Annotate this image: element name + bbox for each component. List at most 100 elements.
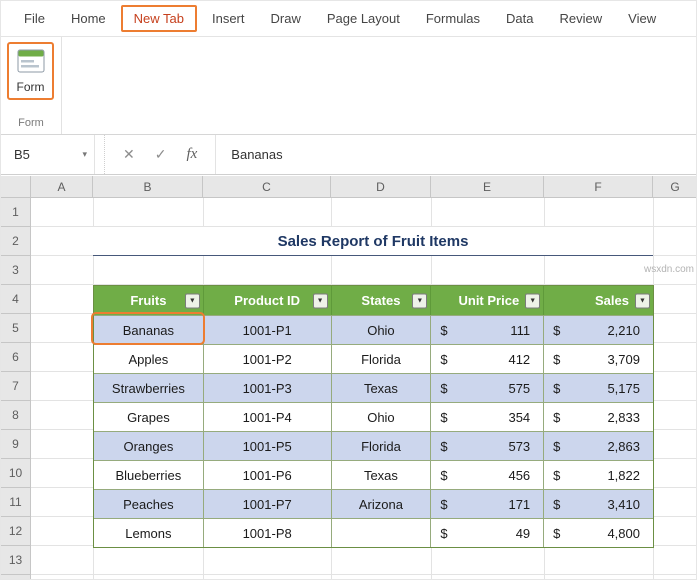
table-cell[interactable]: 1001-P4 — [203, 402, 332, 431]
filter-dropdown-icon[interactable]: ▼ — [412, 293, 428, 308]
header-unit-price[interactable]: Unit Price ▼ — [431, 286, 545, 315]
table-cell[interactable]: $4,800 — [544, 518, 653, 547]
form-button[interactable]: Form — [7, 42, 54, 100]
row-header-7[interactable]: 7 — [1, 372, 31, 401]
row-header-3[interactable]: 3 — [1, 256, 31, 285]
filter-dropdown-icon[interactable]: ▼ — [312, 293, 328, 308]
row-header-11[interactable]: 11 — [1, 488, 31, 517]
cancel-icon[interactable]: ✕ — [123, 146, 135, 163]
table-cell[interactable]: 1001-P5 — [203, 431, 332, 460]
selected-cell-b5[interactable]: Bananas — [94, 315, 204, 344]
table-cell[interactable]: Ohio — [331, 402, 432, 431]
table-cell[interactable]: $573 — [431, 431, 545, 460]
header-fruits[interactable]: Fruits ▼ — [94, 286, 204, 315]
currency-symbol: $ — [440, 351, 448, 367]
table-cell[interactable]: Peaches — [94, 489, 204, 518]
currency-symbol: $ — [553, 525, 561, 541]
table-cell[interactable]: Apples — [94, 344, 204, 373]
ribbon-group-form: Form Form — [1, 37, 62, 134]
currency-symbol: $ — [553, 467, 561, 483]
header-states[interactable]: States ▼ — [332, 286, 432, 315]
column-header-g[interactable]: G — [653, 176, 696, 198]
tab-view[interactable]: View — [615, 5, 669, 32]
table-cell[interactable]: Florida — [331, 344, 432, 373]
table-cell[interactable]: Oranges — [94, 431, 204, 460]
tab-page-layout[interactable]: Page Layout — [314, 5, 413, 32]
table-cell[interactable]: $575 — [431, 373, 545, 402]
row-header-13[interactable]: 13 — [1, 546, 31, 575]
tab-review[interactable]: Review — [547, 5, 616, 32]
tab-insert[interactable]: Insert — [199, 5, 258, 32]
table-cell[interactable]: 1001-P3 — [203, 373, 332, 402]
header-sales[interactable]: Sales ▼ — [544, 286, 653, 315]
table-cell[interactable]: 1001-P1 — [203, 315, 332, 344]
name-box-value: B5 — [14, 147, 30, 162]
table-cell[interactable]: 1001-P6 — [203, 460, 332, 489]
currency-symbol: $ — [440, 467, 448, 483]
table-cell[interactable]: Blueberries — [94, 460, 204, 489]
table-row: Lemons 1001-P8 $49 $4,800 — [94, 518, 653, 547]
table-cell[interactable]: $3,709 — [544, 344, 653, 373]
row-header-12[interactable]: 12 — [1, 517, 31, 546]
table-cell[interactable]: Strawberries — [94, 373, 204, 402]
tab-formulas[interactable]: Formulas — [413, 5, 493, 32]
table-cell[interactable]: Arizona — [331, 489, 432, 518]
table-cell[interactable]: 1001-P7 — [203, 489, 332, 518]
row-header-9[interactable]: 9 — [1, 430, 31, 459]
row-header-4[interactable]: 4 — [1, 285, 31, 314]
table-cell[interactable]: $412 — [431, 344, 545, 373]
table-cell[interactable]: 1001-P8 — [203, 518, 332, 547]
column-header-f[interactable]: F — [544, 176, 653, 198]
table-cell[interactable]: $171 — [431, 489, 545, 518]
sheet-title-cell[interactable]: Sales Report of Fruit Items — [93, 227, 653, 256]
table-cell[interactable]: Texas — [331, 460, 432, 489]
table-cell[interactable] — [331, 518, 432, 547]
table-cell[interactable]: $1,822 — [544, 460, 653, 489]
row-header-6[interactable]: 6 — [1, 343, 31, 372]
currency-symbol: $ — [440, 409, 448, 425]
name-box-dropdown-icon[interactable]: ▾ — [82, 149, 87, 160]
column-header-a[interactable]: A — [31, 176, 93, 198]
formula-bar-divider — [95, 135, 105, 174]
row-header-2[interactable]: 2 — [1, 227, 31, 256]
row-header-1[interactable]: 1 — [1, 198, 31, 227]
row-header-10[interactable]: 10 — [1, 459, 31, 488]
column-header-e[interactable]: E — [431, 176, 544, 198]
tab-draw[interactable]: Draw — [258, 5, 314, 32]
table-cell[interactable]: $49 — [431, 518, 545, 547]
filter-dropdown-icon[interactable]: ▼ — [184, 293, 200, 308]
column-header-c[interactable]: C — [203, 176, 331, 198]
header-product-id[interactable]: Product ID ▼ — [204, 286, 332, 315]
table-cell[interactable]: Texas — [331, 373, 432, 402]
tab-data[interactable]: Data — [493, 5, 546, 32]
enter-icon[interactable]: ✓ — [155, 146, 167, 163]
table-cell[interactable]: Florida — [331, 431, 432, 460]
column-header-d[interactable]: D — [331, 176, 431, 198]
filter-dropdown-icon[interactable]: ▼ — [635, 293, 650, 308]
table-cell[interactable]: $2,210 — [544, 315, 653, 344]
table-cell[interactable]: 1001-P2 — [203, 344, 332, 373]
table-row: Oranges 1001-P5 Florida $573 $2,863 — [94, 431, 653, 460]
name-box[interactable]: B5 ▾ — [1, 135, 95, 174]
table-cell[interactable]: $2,833 — [544, 402, 653, 431]
insert-function-icon[interactable]: fx — [186, 146, 197, 163]
tab-new-tab[interactable]: New Tab — [120, 5, 197, 32]
table-cell[interactable]: $456 — [431, 460, 545, 489]
tab-home[interactable]: Home — [58, 5, 119, 32]
table-cell[interactable]: $5,175 — [544, 373, 653, 402]
table-cell[interactable]: Grapes — [94, 402, 204, 431]
table-cell[interactable]: Lemons — [94, 518, 204, 547]
table-cell[interactable]: $3,410 — [544, 489, 653, 518]
table-cell[interactable]: Ohio — [331, 315, 432, 344]
row-header-8[interactable]: 8 — [1, 401, 31, 430]
filter-dropdown-icon[interactable]: ▼ — [525, 293, 541, 308]
select-all-corner[interactable] — [1, 176, 31, 198]
table-cell[interactable]: $111 — [431, 315, 545, 344]
tab-file[interactable]: File — [11, 5, 58, 32]
currency-symbol: $ — [440, 380, 448, 396]
table-cell[interactable]: $2,863 — [544, 431, 653, 460]
row-header-5[interactable]: 5 — [1, 314, 31, 343]
table-cell[interactable]: $354 — [431, 402, 545, 431]
column-header-b[interactable]: B — [93, 176, 203, 198]
formula-input[interactable]: Bananas — [216, 135, 696, 174]
